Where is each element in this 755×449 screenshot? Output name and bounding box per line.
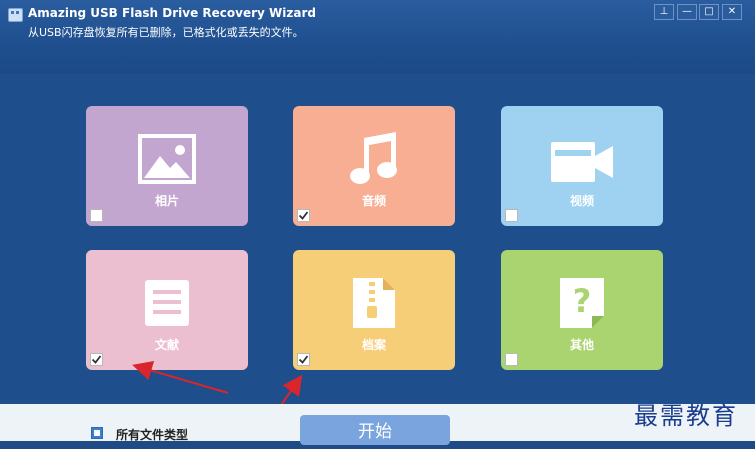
annotation-arrows: [132, 360, 303, 439]
all-types-label: 所有文件类型: [116, 428, 189, 442]
app-window: Amazing USB Flash Drive Recovery Wizard …: [0, 0, 755, 445]
watermark: 最需教育: [634, 402, 738, 430]
arrow-to-documents: [132, 360, 229, 394]
all-types-checkbox[interactable]: [91, 427, 103, 439]
